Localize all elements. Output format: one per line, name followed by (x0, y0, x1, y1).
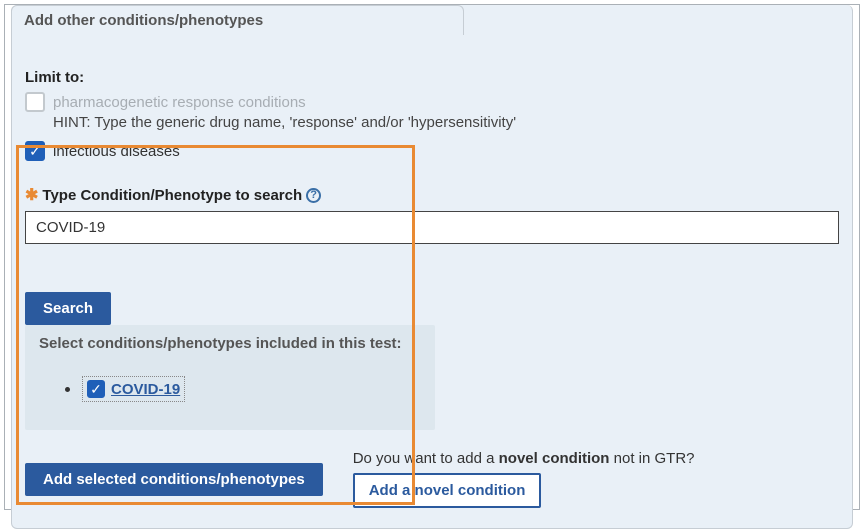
panel-content: Limit to: pharmacogenetic response condi… (11, 39, 853, 509)
condition-search-input[interactable] (25, 211, 839, 244)
result-row: ✓ COVID-19 (65, 376, 421, 402)
check-icon: ✓ (29, 144, 41, 158)
novel-prompt-suffix: not in GTR? (609, 450, 694, 467)
novel-prompt-area: Do you want to add a novel condition not… (353, 450, 695, 508)
pharmacogenetic-checkbox[interactable] (25, 92, 45, 112)
limit-infectious-row: ✓ infectious diseases (25, 141, 839, 161)
panel-tab-label: Add other conditions/phenotypes (24, 12, 263, 29)
results-panel: Select conditions/phenotypes included in… (25, 325, 435, 430)
novel-prompt-text: Do you want to add a novel condition not… (353, 450, 695, 467)
search-field-label: Type Condition/Phenotype to search (42, 187, 302, 204)
limit-to-heading: Limit to: (25, 69, 839, 86)
bullet-icon (65, 387, 70, 392)
limit-pharmacogenetic-row: pharmacogenetic response conditions (25, 92, 839, 112)
pharmacogenetic-hint: HINT: Type the generic drug name, 'respo… (53, 114, 839, 131)
help-icon[interactable]: ? (306, 188, 321, 203)
pharmacogenetic-label: pharmacogenetic response conditions (53, 94, 306, 111)
result-checkbox[interactable]: ✓ (87, 380, 105, 398)
novel-prompt-bold: novel condition (499, 450, 610, 467)
search-button-wrap: Search (25, 244, 839, 325)
add-novel-condition-button[interactable]: Add a novel condition (353, 473, 542, 508)
result-link[interactable]: COVID-19 (111, 381, 180, 398)
check-icon: ✓ (90, 382, 102, 396)
infectious-checkbox[interactable]: ✓ (25, 141, 45, 161)
search-label-row: ✱ Type Condition/Phenotype to search ? (25, 185, 839, 205)
panel-tab: Add other conditions/phenotypes (11, 5, 464, 35)
app-frame: Add other conditions/phenotypes Limit to… (4, 4, 860, 510)
infectious-label: infectious diseases (53, 143, 180, 160)
required-star-icon: ✱ (25, 185, 38, 205)
result-focus-wrap: ✓ COVID-19 (82, 376, 185, 402)
novel-prompt-prefix: Do you want to add a (353, 450, 499, 467)
bottom-actions-row: Add selected conditions/phenotypes Do yo… (25, 450, 839, 508)
search-button[interactable]: Search (25, 292, 111, 325)
add-selected-button[interactable]: Add selected conditions/phenotypes (25, 463, 323, 496)
results-heading: Select conditions/phenotypes included in… (39, 335, 421, 352)
